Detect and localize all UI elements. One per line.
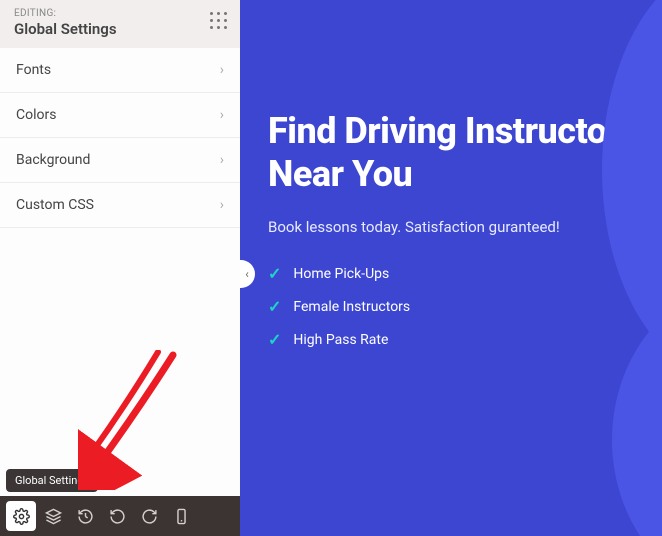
settings-button[interactable] [6, 501, 36, 531]
chevron-right-icon: › [220, 62, 224, 78]
check-icon: ✓ [268, 297, 281, 316]
drag-handle-icon[interactable] [210, 12, 228, 30]
feature-list: ✓ Home Pick-Ups ✓ Female Instructors ✓ High… [268, 264, 662, 349]
menu-item-background[interactable]: Background › [0, 138, 240, 183]
redo-button[interactable] [134, 501, 164, 531]
sidebar-header: EDITING: Global Settings [0, 0, 240, 48]
chevron-right-icon: › [220, 197, 224, 213]
layers-icon [45, 508, 62, 525]
chevron-right-icon: › [220, 107, 224, 123]
layers-button[interactable] [38, 501, 68, 531]
check-icon: ✓ [268, 264, 281, 283]
collapse-sidebar-handle[interactable]: ‹ [240, 260, 255, 288]
menu-item-label: Fonts [16, 62, 51, 78]
device-preview-button[interactable] [166, 501, 196, 531]
undo-icon [109, 508, 126, 525]
menu-item-fonts[interactable]: Fonts › [0, 48, 240, 93]
mobile-icon [173, 508, 190, 525]
feature-item: ✓ Home Pick-Ups [268, 264, 662, 283]
bottom-toolbar [0, 496, 240, 536]
feature-text: High Pass Rate [293, 332, 388, 348]
menu-item-custom-css[interactable]: Custom CSS › [0, 183, 240, 228]
menu-item-label: Colors [16, 107, 56, 123]
sidebar: EDITING: Global Settings Fonts › Colors … [0, 0, 240, 536]
gear-icon [13, 508, 30, 525]
menu-item-label: Custom CSS [16, 197, 94, 213]
panel-title: Global Settings [14, 20, 226, 38]
chevron-right-icon: › [220, 152, 224, 168]
history-button[interactable] [70, 501, 100, 531]
feature-text: Home Pick-Ups [293, 266, 389, 282]
redo-icon [141, 508, 158, 525]
editing-label: EDITING: [14, 8, 226, 19]
menu-item-colors[interactable]: Colors › [0, 93, 240, 138]
feature-item: ✓ High Pass Rate [268, 330, 662, 349]
settings-menu: Fonts › Colors › Background › Custom CSS… [0, 48, 240, 228]
canvas-preview[interactable]: ‹ Find Driving Instructors Near You Book… [240, 0, 662, 536]
tooltip-global-settings: Global Settings [6, 469, 98, 492]
undo-button[interactable] [102, 501, 132, 531]
check-icon: ✓ [268, 330, 281, 349]
feature-item: ✓ Female Instructors [268, 297, 662, 316]
menu-item-label: Background [16, 152, 90, 168]
hero-subheading: Book lessons today. Satisfaction gurante… [268, 218, 662, 236]
feature-text: Female Instructors [293, 299, 410, 315]
history-icon [77, 508, 94, 525]
